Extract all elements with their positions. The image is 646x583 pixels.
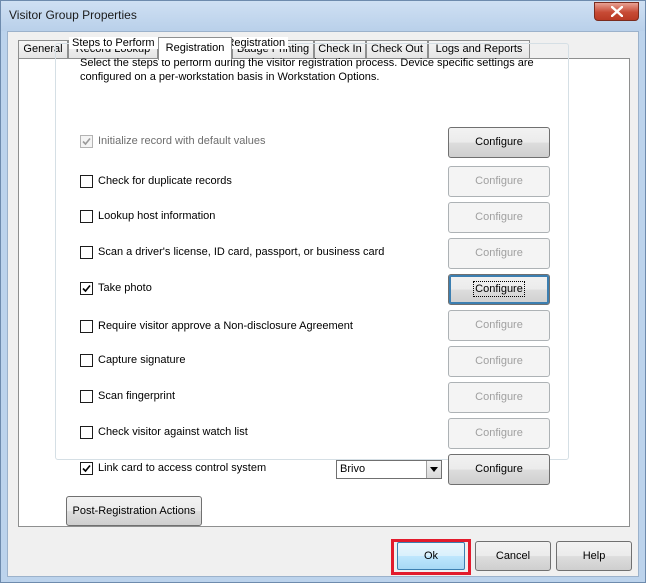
configure-nda-button[interactable]: Configure (448, 310, 550, 341)
ok-button[interactable]: Ok (397, 542, 465, 570)
step-label: Check visitor against watch list (98, 426, 248, 438)
step-label: Take photo (98, 282, 152, 294)
step-label: Lookup host information (98, 210, 216, 222)
close-button[interactable] (594, 2, 639, 21)
checkbox-check-duplicates[interactable] (80, 175, 93, 188)
checkbox-link-card[interactable] (80, 462, 93, 475)
checkbox-initialize-record[interactable] (80, 135, 93, 148)
configure-watch-list-button[interactable]: Configure (448, 418, 550, 449)
configure-link-card-button[interactable]: Configure (448, 454, 550, 485)
step-label: Initialize record with default values (98, 135, 266, 147)
configure-initialize-record-button[interactable]: Configure (448, 127, 550, 158)
chevron-down-icon (430, 467, 438, 472)
step-label: Scan fingerprint (98, 390, 176, 402)
checkbox-capture-signature[interactable] (80, 354, 93, 367)
help-button[interactable]: Help (556, 541, 632, 571)
close-icon (610, 6, 623, 17)
group-description: Select the steps to perform during the v… (80, 57, 534, 83)
checkmark-icon (82, 284, 91, 293)
tab-registration[interactable]: Registration (158, 37, 232, 60)
title-bar[interactable]: Visitor Group Properties (1, 1, 645, 31)
step-label: Check for duplicate records (98, 175, 232, 187)
checkbox-nda[interactable] (80, 320, 93, 333)
checkbox-lookup-host[interactable] (80, 210, 93, 223)
window-title: Visitor Group Properties (9, 8, 137, 22)
configure-scan-id-button[interactable]: Configure (448, 238, 550, 269)
configure-scan-fingerprint-button[interactable]: Configure (448, 382, 550, 413)
checkbox-take-photo[interactable] (80, 282, 93, 295)
step-label: Link card to access control system (98, 462, 267, 474)
configure-lookup-host-button[interactable]: Configure (448, 202, 550, 233)
checkbox-scan-fingerprint[interactable] (80, 390, 93, 403)
step-label: Capture signature (98, 354, 186, 366)
configure-capture-signature-button[interactable]: Configure (448, 346, 550, 377)
step-label: Scan a driver's license, ID card, passpo… (98, 246, 385, 258)
cancel-button[interactable]: Cancel (475, 541, 551, 571)
access-control-system-select[interactable]: Brivo (336, 460, 442, 479)
step-label: Require visitor approve a Non-disclosure… (98, 320, 353, 332)
configure-check-duplicates-button[interactable]: Configure (448, 166, 550, 197)
dialog-window: Visitor Group Properties General Record … (0, 0, 646, 583)
checkmark-icon (82, 464, 91, 473)
checkbox-watch-list[interactable] (80, 426, 93, 439)
checkbox-scan-id[interactable] (80, 246, 93, 259)
configure-take-photo-button[interactable]: Configure (448, 274, 550, 305)
dropdown-button[interactable] (426, 461, 441, 478)
select-value: Brivo (340, 463, 366, 475)
ok-button-highlight: Ok (391, 539, 471, 575)
checkmark-icon (82, 137, 91, 146)
post-registration-actions-button[interactable]: Post-Registration Actions (66, 496, 202, 526)
